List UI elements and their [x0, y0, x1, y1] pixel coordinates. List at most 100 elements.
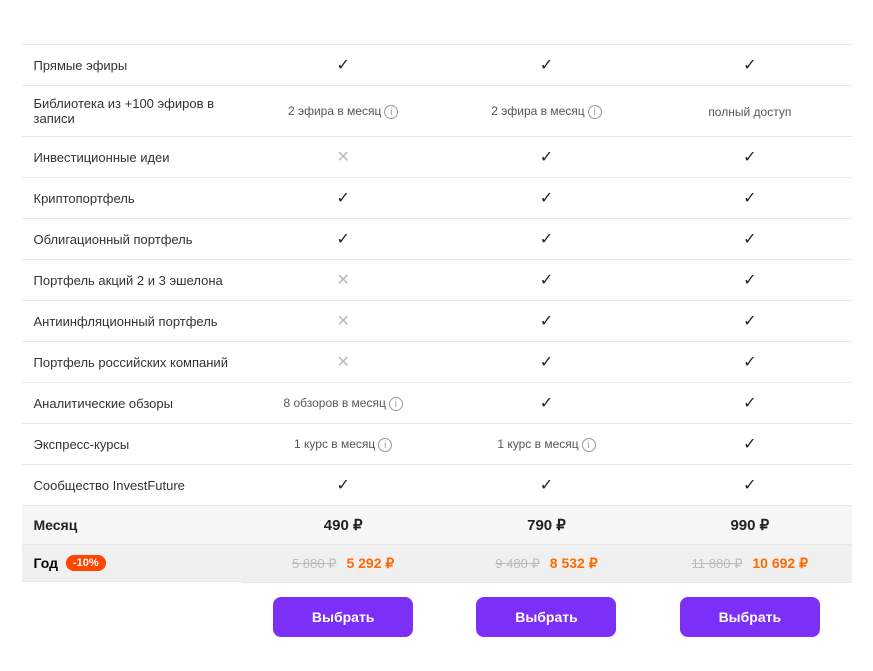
feature-row: Криптопортфель ✓ ✓ ✓	[22, 178, 852, 219]
start-cell: ✕	[242, 301, 445, 342]
check-icon: ✓	[540, 477, 553, 494]
feature-row: Прямые эфиры✓✓✓	[22, 45, 852, 86]
feature-name: Экспресс-курсы	[22, 424, 242, 465]
check-icon: ✓	[336, 231, 349, 248]
cross-icon: ✕	[336, 313, 349, 330]
discount-badge: -10%	[66, 555, 106, 571]
check-icon: ✓	[540, 395, 553, 412]
premium-cell: ✓	[648, 383, 851, 424]
start-cell: 2 эфира в месяцi	[242, 86, 445, 137]
feature-row: Инвестиционные идеи ✕ ✓ ✓	[22, 137, 852, 178]
check-icon: ✓	[743, 231, 756, 248]
premium-cell: ✓	[648, 260, 851, 301]
info-icon[interactable]: i	[389, 397, 403, 411]
start-cell: ✕	[242, 260, 445, 301]
year-row: Год -10% 5 880 ₽ 5 292 ₽ 9 480 ₽ 8 532 ₽ 11 88…	[22, 545, 852, 583]
feature-row: Портфель российских компаний ✕ ✓ ✓	[22, 342, 852, 383]
cross-icon: ✕	[336, 272, 349, 289]
check-icon: ✓	[743, 477, 756, 494]
button-cell-premium: Выбрать	[648, 583, 851, 652]
start-cell: ✕	[242, 342, 445, 383]
limited-text: 8 обзоров в месяц	[283, 396, 385, 410]
limited-text: 2 эфира в месяц	[491, 104, 584, 118]
analytics-cell: ✓	[445, 178, 648, 219]
new-price: 5 292 ₽	[346, 555, 394, 572]
start-cell: 1 курс в месяцi	[242, 424, 445, 465]
limited-text: 1 курс в месяц	[497, 437, 578, 451]
check-icon: ✓	[540, 354, 553, 371]
year-price-analytics: 9 480 ₽ 8 532 ₽	[445, 545, 648, 583]
feature-name: Прямые эфиры	[22, 45, 242, 86]
cross-icon: ✕	[336, 354, 349, 371]
info-icon[interactable]: i	[384, 105, 398, 119]
analytics-cell: ✓	[445, 45, 648, 86]
feature-row: Антиинфляционный портфель✕✓✓	[22, 301, 852, 342]
info-icon[interactable]: i	[378, 438, 392, 452]
month-row: Месяц490 ₽790 ₽990 ₽	[22, 506, 852, 545]
col-premium-header	[648, 20, 851, 45]
old-price: 5 880 ₽	[292, 556, 336, 572]
feature-row: Сообщество InvestFuture✓✓✓	[22, 465, 852, 506]
premium-cell: ✓	[648, 219, 851, 260]
premium-cell: ✓	[648, 301, 851, 342]
old-price: 11 880 ₽	[692, 556, 743, 572]
feature-row: Портфель акций 2 и 3 эшелона✕✓✓	[22, 260, 852, 301]
year-price-start: 5 880 ₽ 5 292 ₽	[242, 545, 445, 583]
check-icon: ✓	[743, 57, 756, 74]
analytics-cell: 2 эфира в месяц i	[445, 86, 648, 137]
check-icon: ✓	[540, 149, 553, 166]
check-icon: ✓	[743, 272, 756, 289]
feature-name: Облигационный портфель	[22, 219, 242, 260]
col-feature-header	[22, 20, 242, 45]
new-price: 8 532 ₽	[550, 555, 598, 572]
premium-cell: ✓	[648, 178, 851, 219]
button-row-empty	[22, 583, 242, 652]
feature-row: Экспресс-курсы1 курс в месяцi1 курс в ме…	[22, 424, 852, 465]
analytics-cell: ✓	[445, 465, 648, 506]
month-price-start: 490 ₽	[242, 506, 445, 545]
analytics-cell: ✓	[445, 383, 648, 424]
premium-cell: ✓	[648, 342, 851, 383]
check-icon: ✓	[743, 354, 756, 371]
feature-row: Аналитические обзоры8 обзоров в месяцi✓✓	[22, 383, 852, 424]
year-text: Год	[34, 555, 59, 571]
feature-name: Инвестиционные идеи	[22, 137, 242, 178]
feature-name: Библиотека из +100 эфиров в записи	[22, 86, 242, 137]
feature-name: Портфель российских компаний	[22, 342, 242, 383]
info-icon[interactable]: i	[582, 438, 596, 452]
month-label: Месяц	[22, 506, 242, 545]
select-button-start[interactable]: Выбрать	[273, 597, 413, 637]
analytics-cell: ✓	[445, 219, 648, 260]
old-price: 9 480 ₽	[495, 556, 539, 572]
select-button-analytics[interactable]: Выбрать	[476, 597, 616, 637]
col-start-header	[242, 20, 445, 45]
premium-cell: ✓	[648, 45, 851, 86]
year-price-premium: 11 880 ₽ 10 692 ₽	[648, 545, 851, 583]
feature-name: Криптопортфель	[22, 178, 242, 219]
check-icon: ✓	[336, 477, 349, 494]
month-price-analytics: 790 ₽	[445, 506, 648, 545]
analytics-cell: ✓	[445, 137, 648, 178]
select-button-premium[interactable]: Выбрать	[680, 597, 820, 637]
check-icon: ✓	[743, 313, 756, 330]
feature-row: Библиотека из +100 эфиров в записи 2 эфир…	[22, 86, 852, 137]
feature-row: Облигационный портфель ✓ ✓ ✓	[22, 219, 852, 260]
analytics-cell: ✓	[445, 260, 648, 301]
analytics-cell: ✓	[445, 301, 648, 342]
info-icon[interactable]: i	[588, 105, 602, 119]
new-price: 10 692 ₽	[752, 555, 808, 572]
premium-cell: ✓	[648, 137, 851, 178]
analytics-cell: 1 курс в месяц i	[445, 424, 648, 465]
month-price-premium: 990 ₽	[648, 506, 851, 545]
col-analytics-header	[445, 20, 648, 45]
check-icon: ✓	[743, 436, 756, 453]
start-cell: 8 обзоров в месяц i	[242, 383, 445, 424]
cross-icon: ✕	[336, 149, 349, 166]
limited-text: 1 курс в месяц	[294, 437, 375, 451]
check-icon: ✓	[336, 190, 349, 207]
premium-cell: ✓	[648, 424, 851, 465]
premium-cell: ✓	[648, 465, 851, 506]
check-icon: ✓	[743, 190, 756, 207]
check-icon: ✓	[540, 272, 553, 289]
check-icon: ✓	[540, 57, 553, 74]
